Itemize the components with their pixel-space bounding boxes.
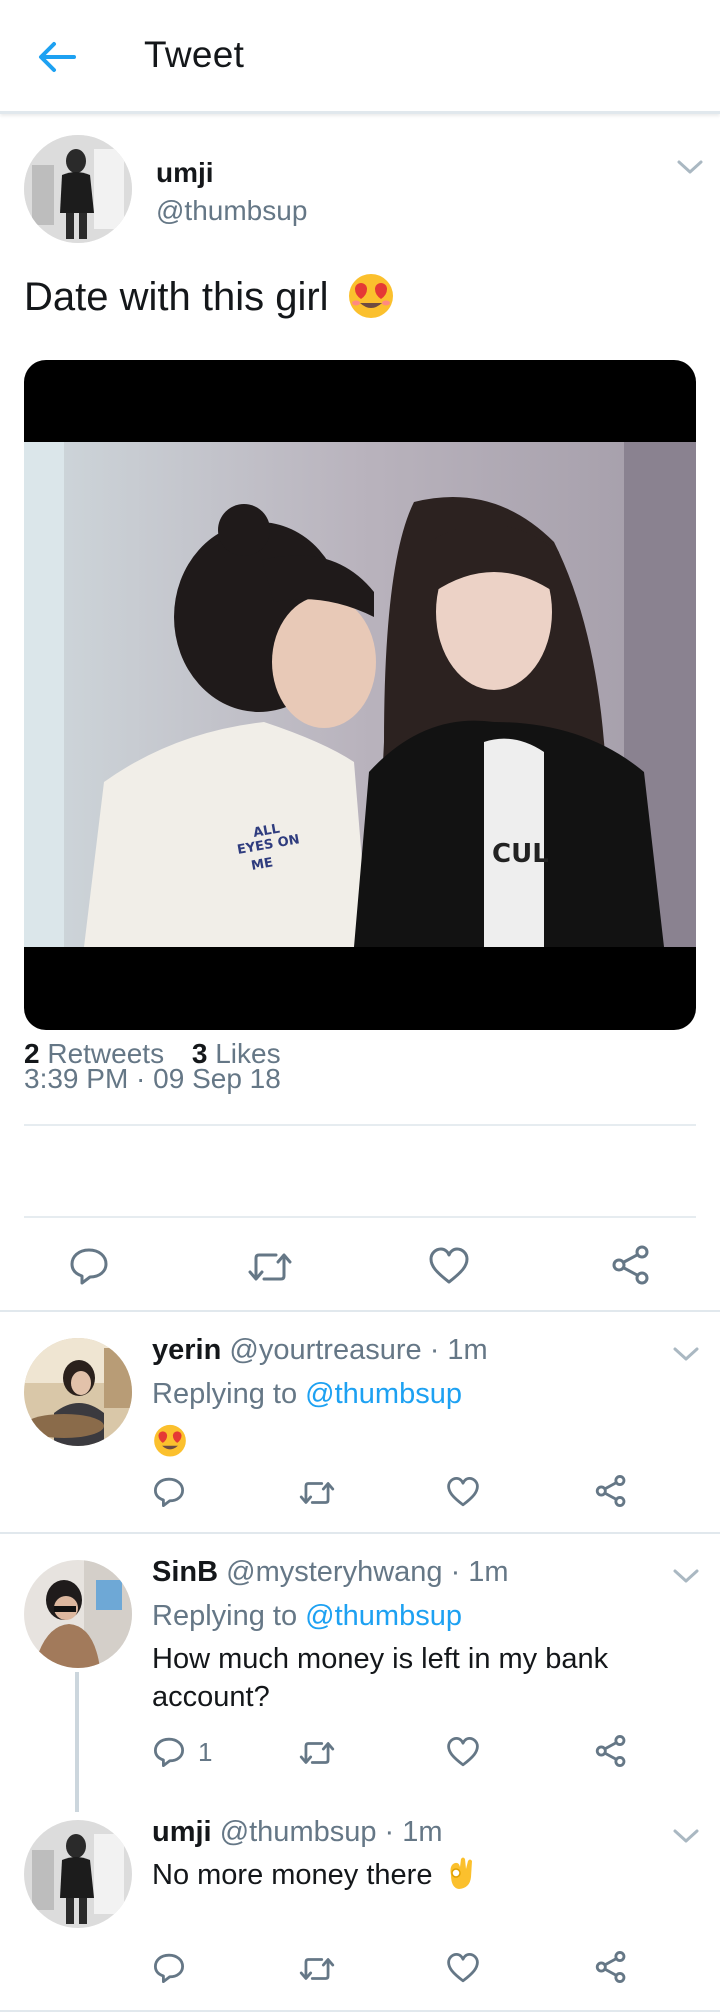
replying-to-link[interactable]: @thumbsup bbox=[305, 1378, 462, 1410]
tweet-text-body: Date with this girl bbox=[24, 275, 329, 319]
reply-author-handle[interactable]: @yourtreasure bbox=[229, 1334, 421, 1366]
divider bbox=[0, 2010, 720, 2012]
retweet-icon bbox=[248, 1253, 292, 1281]
like-icon bbox=[429, 1247, 469, 1284]
like-button[interactable] bbox=[446, 1736, 480, 1768]
share-button[interactable] bbox=[594, 1734, 628, 1768]
replying-to-link[interactable]: @thumbsup bbox=[305, 1600, 462, 1632]
author-name[interactable]: umji bbox=[156, 157, 214, 189]
arrow-left-icon bbox=[39, 42, 76, 72]
share-icon bbox=[595, 1951, 626, 1983]
reply-author-name[interactable]: SinB bbox=[152, 1556, 218, 1588]
reply-header: yerin @yourtreasure · 1m bbox=[152, 1334, 488, 1367]
retweet-button[interactable] bbox=[298, 1954, 336, 1984]
retweet-icon bbox=[299, 1958, 335, 1980]
reply-text: No more money there bbox=[152, 1856, 672, 1894]
avatar[interactable] bbox=[24, 135, 132, 243]
likes-label: Likes bbox=[215, 1038, 281, 1069]
chevron-down-icon[interactable] bbox=[676, 157, 704, 177]
share-button[interactable] bbox=[610, 1244, 652, 1286]
like-button[interactable] bbox=[446, 1952, 480, 1984]
reply-icon bbox=[153, 1477, 184, 1507]
retweets-count: 2 bbox=[24, 1038, 40, 1069]
smiling-face-heart-eyes-emoji bbox=[154, 1424, 186, 1457]
like-icon bbox=[447, 1477, 479, 1507]
tweet-photo: ALL EYES ON ME CUL bbox=[24, 442, 696, 947]
like-button[interactable] bbox=[446, 1476, 480, 1508]
top-app-bar: Tweet bbox=[0, 0, 720, 114]
reply-button[interactable] bbox=[68, 1246, 110, 1286]
retweet-icon bbox=[299, 1742, 335, 1764]
reply-text: How much money is left in my bank accoun… bbox=[152, 1643, 609, 1713]
reply-author-name[interactable]: umji bbox=[152, 1816, 212, 1848]
reply-author-handle[interactable]: @mysteryhwang bbox=[226, 1556, 442, 1588]
avatar[interactable] bbox=[24, 1820, 132, 1928]
retweet-button[interactable] bbox=[298, 1738, 336, 1768]
chevron-down-icon[interactable] bbox=[672, 1344, 700, 1364]
reply-button[interactable]: 1 bbox=[152, 1736, 212, 1768]
reply-author-name[interactable]: yerin bbox=[152, 1334, 221, 1366]
smiling-face-heart-eyes-emoji bbox=[348, 274, 393, 319]
likes-count: 3 bbox=[191, 1038, 208, 1069]
share-icon bbox=[595, 1735, 626, 1767]
share-icon bbox=[612, 1245, 649, 1285]
chevron-down-icon[interactable] bbox=[672, 1826, 700, 1846]
tweet-stats: 2 Retweets 3 Likes bbox=[24, 1038, 281, 1070]
reply-author-handle[interactable]: @thumbsup bbox=[220, 1816, 377, 1848]
tweet-media[interactable]: ALL EYES ON ME CUL bbox=[24, 360, 696, 1030]
divider bbox=[0, 1310, 720, 1312]
like-icon bbox=[447, 1737, 479, 1767]
retweet-button[interactable] bbox=[298, 1478, 336, 1508]
retweets-stat[interactable]: 2 Retweets bbox=[24, 1038, 164, 1069]
divider bbox=[24, 1124, 696, 1126]
page-title: Tweet bbox=[144, 34, 245, 75]
retweets-label: Retweets bbox=[47, 1038, 165, 1069]
reply-text-body: No more money there bbox=[152, 1859, 433, 1891]
reply-header: SinB @mysteryhwang · 1m bbox=[152, 1556, 509, 1589]
replying-to-label: Replying to bbox=[152, 1600, 298, 1632]
reply-time: · 1m bbox=[384, 1816, 443, 1848]
reply-button[interactable] bbox=[152, 1476, 186, 1508]
author-handle[interactable]: @thumbsup bbox=[156, 195, 307, 227]
reply-time: · 1m bbox=[450, 1556, 509, 1588]
back-button[interactable] bbox=[34, 34, 80, 80]
like-icon bbox=[447, 1953, 479, 1983]
reply-time: · 1m bbox=[429, 1334, 488, 1366]
reply-icon bbox=[70, 1248, 108, 1285]
avatar[interactable] bbox=[24, 1338, 132, 1446]
replying-to-label: Replying to bbox=[152, 1378, 298, 1410]
tweet-text: Date with this girl bbox=[24, 274, 396, 320]
avatar[interactable] bbox=[24, 1560, 132, 1668]
thread-line bbox=[75, 1672, 79, 1812]
reply-button[interactable] bbox=[152, 1952, 186, 1984]
retweet-icon bbox=[299, 1482, 335, 1504]
ok-hand-emoji bbox=[450, 1857, 472, 1890]
replying-to: Replying to @thumbsup bbox=[152, 1378, 462, 1411]
share-button[interactable] bbox=[594, 1474, 628, 1508]
share-button[interactable] bbox=[594, 1950, 628, 1984]
reply-header: umji @thumbsup · 1m bbox=[152, 1816, 443, 1849]
svg-text:CUL: CUL bbox=[492, 839, 549, 869]
chevron-down-icon[interactable] bbox=[672, 1566, 700, 1586]
divider bbox=[24, 1216, 696, 1218]
likes-stat[interactable]: 3 Likes bbox=[192, 1038, 281, 1069]
reply-count: 1 bbox=[198, 1736, 213, 1767]
replying-to: Replying to @thumbsup bbox=[152, 1600, 462, 1633]
share-icon bbox=[595, 1475, 626, 1507]
divider bbox=[0, 1532, 720, 1534]
retweet-button[interactable] bbox=[246, 1248, 294, 1286]
reply-icon bbox=[153, 1953, 184, 1983]
reply-icon bbox=[153, 1737, 184, 1767]
like-button[interactable] bbox=[428, 1246, 470, 1286]
